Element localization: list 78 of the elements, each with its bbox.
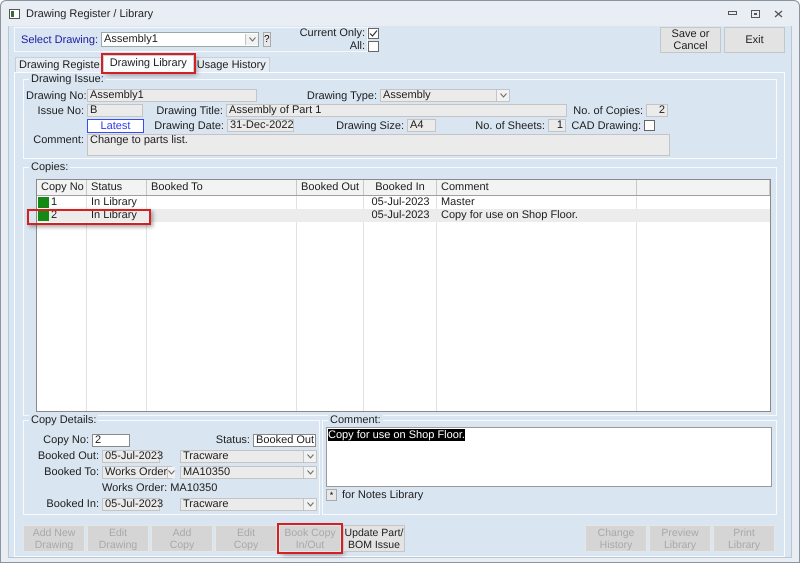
status-badge: Latest [87, 118, 144, 132]
checkbox[interactable] [368, 28, 380, 38]
minimize-icon[interactable] [728, 11, 737, 16]
field-label: No. of Copies: [572, 104, 643, 116]
user-dropdown[interactable]: Tracware [180, 450, 317, 462]
text-field[interactable]: 2 [92, 434, 130, 446]
column-header[interactable]: Comment [437, 180, 637, 195]
text-field[interactable]: 1 [548, 119, 566, 132]
text-field[interactable]: 2 [646, 104, 668, 117]
notes-label: for Notes Library [342, 489, 424, 501]
table-cell: In Library [91, 209, 137, 222]
tab[interactable]: Drawing Library [102, 55, 194, 72]
checkbox-label: All: [350, 40, 366, 52]
text-field[interactable]: Booked Out [253, 434, 316, 446]
field-label: Copy No: [42, 434, 89, 446]
checkbox[interactable] [644, 120, 655, 131]
table-cell: 1 [51, 196, 58, 209]
table-cell: 05-Jul-2023 [371, 209, 430, 222]
close-icon[interactable] [774, 10, 783, 18]
comment-field[interactable]: Change to parts list. [87, 134, 670, 156]
order-text: Works Order: MA10350 [102, 482, 218, 494]
field-label: Drawing Type: [306, 90, 377, 102]
group-label: Copies: [29, 161, 70, 173]
caret-icon [168, 470, 176, 474]
table-cell: Copy for use on Shop Floor. [441, 209, 578, 222]
column-header[interactable]: Booked To [147, 180, 297, 195]
field-label: Select Drawing: [21, 34, 98, 46]
field-label: Drawing Date: [153, 120, 224, 132]
comment-text: Copy for use on Shop Floor. [328, 429, 465, 441]
checkbox[interactable] [368, 40, 380, 52]
field-label: Drawing Size: [335, 120, 404, 132]
drawing-dropdown[interactable]: Assembly1 [101, 32, 260, 47]
text-field[interactable]: B [87, 104, 143, 117]
field-label: Booked To: [43, 466, 99, 478]
field-label: Drawing No: [26, 90, 84, 102]
caret-icon [500, 93, 506, 98]
tab[interactable]: Drawing Registe [15, 57, 104, 72]
field-label: Drawing Title: [155, 104, 223, 116]
group-label: Drawing Issue: [29, 73, 106, 85]
column-header[interactable]: Booked Out [297, 180, 364, 195]
field-label: Comment: [32, 134, 84, 146]
group-label: Comment: [328, 414, 383, 426]
field-label: Booked Out: [36, 450, 99, 462]
text-field[interactable]: A4 [407, 119, 436, 132]
group-label: Copy Details: [29, 414, 98, 426]
type-dropdown[interactable]: Works Order [102, 466, 172, 478]
maximize-icon[interactable] [751, 10, 760, 18]
action-button[interactable]: Update Part/ BOM Issue [343, 525, 405, 552]
help-button[interactable]: ? [263, 32, 271, 47]
column-header[interactable]: Booked In [364, 180, 437, 195]
order-dropdown[interactable]: MA10350 [180, 466, 317, 478]
text-field[interactable]: Assembly of Part 1 [226, 104, 567, 117]
column-header[interactable]: Copy No [37, 180, 87, 195]
window-title: Drawing Register / Library [26, 8, 154, 20]
field-label: Status: [214, 434, 250, 446]
action-button[interactable]: Exit [724, 27, 785, 53]
action-button[interactable]: Save or Cancel [660, 27, 721, 53]
field-label: No. of Sheets: [474, 120, 545, 132]
checkbox-label: Current Only: [300, 27, 366, 39]
caret-icon [306, 454, 314, 458]
text-field[interactable]: Assembly1 [87, 89, 257, 102]
column-header[interactable]: Status [87, 180, 147, 195]
field-label: Booked In: [45, 498, 99, 510]
field-label: CAD Drawing: [570, 120, 641, 132]
caret-icon [248, 37, 256, 42]
caret-icon [306, 502, 314, 506]
comment-area[interactable]: Copy for use on Shop Floor. [326, 427, 772, 487]
caret-icon [306, 470, 314, 474]
field-label: Issue No: [36, 104, 84, 116]
notes-button[interactable]: * [326, 489, 337, 501]
type-dropdown[interactable]: Assembly [380, 89, 510, 102]
app-icon [9, 8, 20, 18]
table-cell: 05-Jul-2023 [371, 196, 430, 209]
user-dropdown[interactable]: Tracware [180, 498, 317, 510]
table-row[interactable]: 1 In Library 05-Jul-2023 Master [37, 196, 770, 209]
table-cell: In Library [91, 196, 137, 209]
date-field[interactable]: 31-Dec-2022 [227, 119, 294, 132]
table-cell: Master [441, 196, 475, 209]
